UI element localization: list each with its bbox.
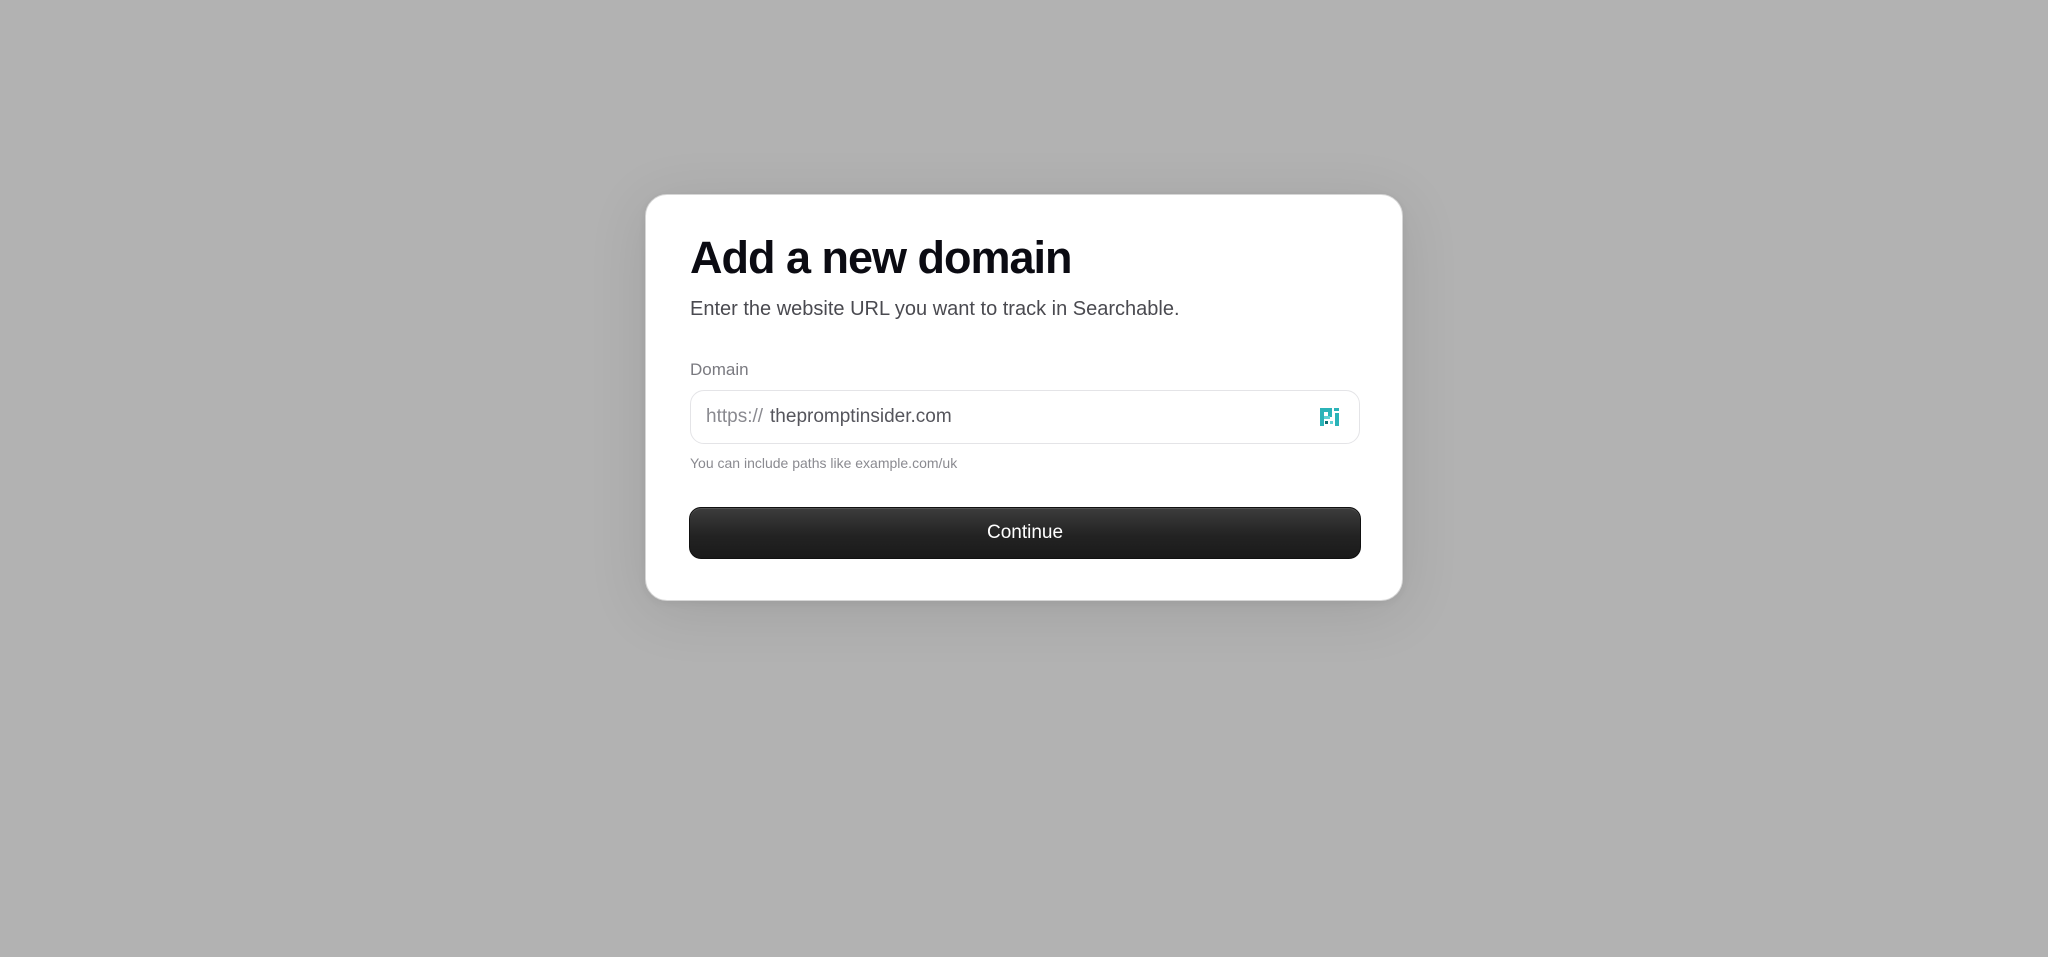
dialog-title: Add a new domain [690, 232, 1073, 283]
domain-field[interactable]: https:// [690, 390, 1360, 444]
domain-input[interactable] [770, 402, 1319, 432]
site-favicon-icon [1320, 408, 1339, 426]
continue-button[interactable]: Continue [689, 507, 1361, 559]
domain-hint: You can include paths like example.com/u… [690, 455, 958, 471]
add-domain-dialog: Add a new domain Enter the website URL y… [645, 194, 1403, 601]
dialog-subtitle: Enter the website URL you want to track … [690, 298, 1180, 320]
url-prefix: https:// [706, 406, 764, 427]
domain-field-label: Domain [690, 360, 749, 379]
